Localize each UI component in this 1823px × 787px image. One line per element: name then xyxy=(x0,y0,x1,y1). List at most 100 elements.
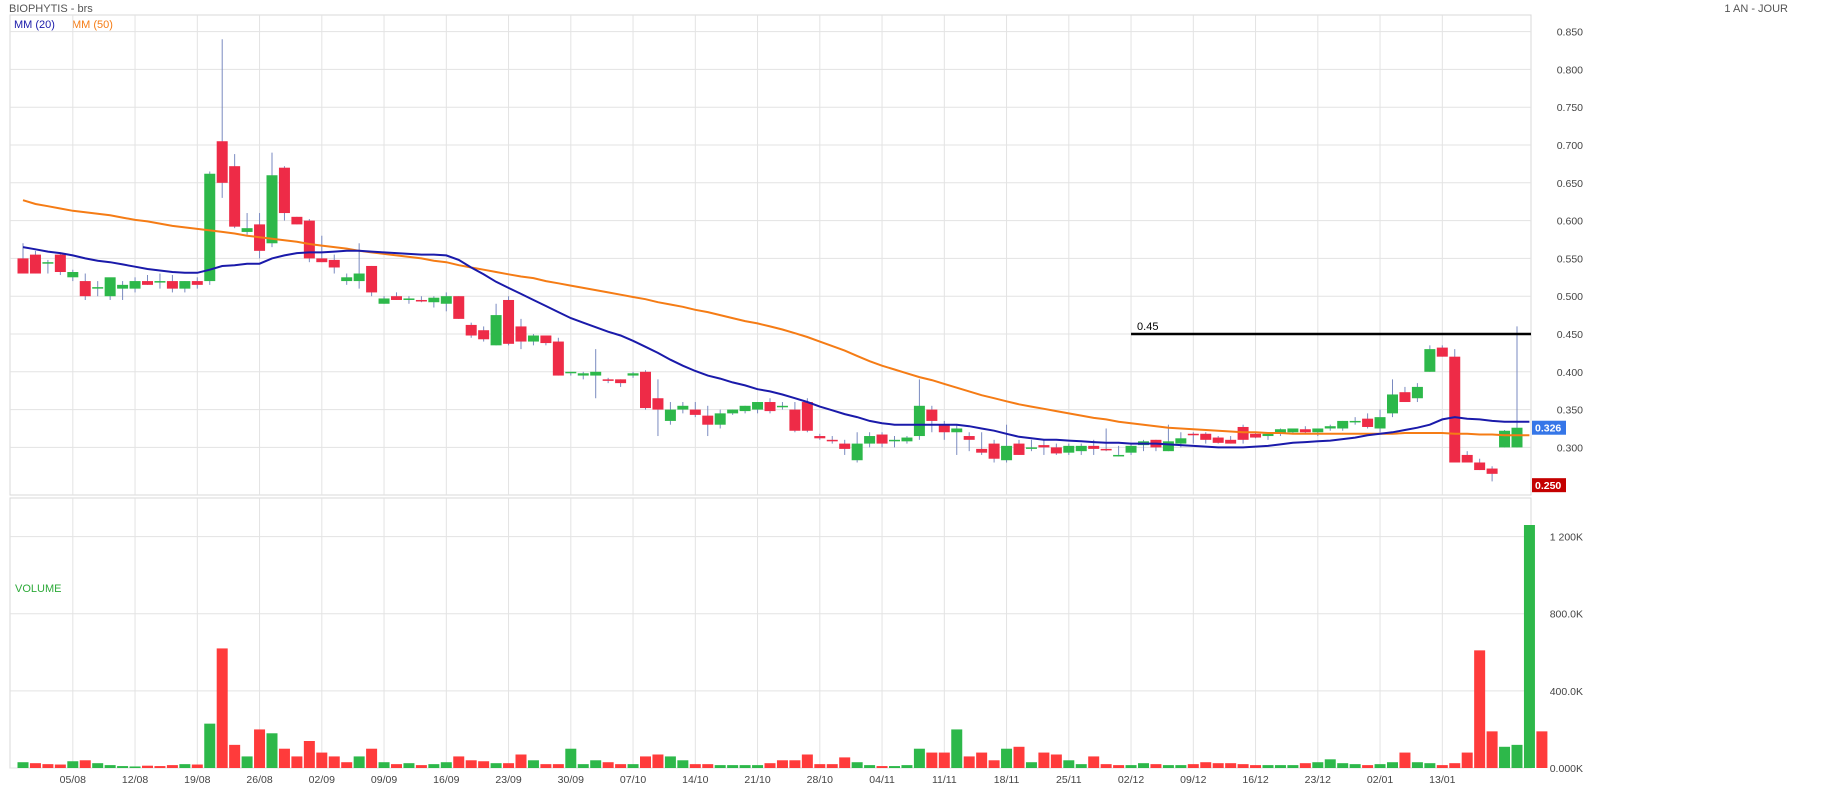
candle-body xyxy=(1187,433,1199,436)
ma50-line xyxy=(22,199,1530,437)
volume-bar xyxy=(702,764,714,768)
candle-body xyxy=(266,175,278,244)
volume-bar xyxy=(1212,763,1224,768)
volume-bar xyxy=(640,756,651,768)
volume-bar xyxy=(67,761,79,768)
volume-bar xyxy=(1100,764,1112,768)
volume-bar xyxy=(976,752,988,768)
candle-body xyxy=(104,277,116,297)
candle-body xyxy=(428,297,440,303)
candle-body xyxy=(1461,454,1473,463)
volume-bar xyxy=(129,766,141,768)
volume-bar xyxy=(478,761,490,768)
x-tick-label: 04/11 xyxy=(869,774,895,786)
candle-body xyxy=(1324,426,1336,429)
candle-body xyxy=(527,335,539,342)
x-tick-label: 12/08 xyxy=(122,774,148,786)
candle-body xyxy=(1162,441,1174,452)
candle-body xyxy=(814,436,826,439)
volume-bar xyxy=(789,760,801,768)
volume-bar xyxy=(1013,746,1025,768)
volume-bar xyxy=(142,765,153,768)
volume-bar xyxy=(1274,765,1286,768)
volume-bar xyxy=(17,762,29,768)
volume-tick-label: 400.0K xyxy=(1550,686,1583,698)
candle-body xyxy=(627,373,639,376)
volume-bar xyxy=(1299,763,1311,768)
candle-body xyxy=(1175,438,1187,444)
candle-body xyxy=(378,298,390,304)
x-tick-label: 11/11 xyxy=(932,774,957,786)
candle-body xyxy=(241,228,253,232)
price-tick-label: 0.650 xyxy=(1557,178,1583,190)
volume-bar xyxy=(577,764,589,768)
volume-bar xyxy=(1349,764,1361,768)
volume-tick-label: 1 200K xyxy=(1550,532,1583,544)
volume-bar xyxy=(1025,762,1037,768)
candle-body xyxy=(851,443,863,461)
volume-bar xyxy=(913,748,925,768)
candle-body xyxy=(1411,386,1423,399)
candle-body xyxy=(677,405,689,410)
price-tick-label: 0.800 xyxy=(1557,64,1583,76)
volume-bar xyxy=(1050,754,1062,768)
candle-body xyxy=(154,281,166,283)
candle-body xyxy=(179,281,191,289)
volume-bar xyxy=(1225,763,1237,768)
candle-body xyxy=(478,330,490,340)
candle-body xyxy=(764,402,776,412)
volume-bar xyxy=(1038,752,1050,768)
volume-bar xyxy=(1113,765,1125,768)
candle-body xyxy=(278,167,290,214)
volume-tick-label: 800.0K xyxy=(1550,609,1583,621)
candle-body xyxy=(1225,439,1237,444)
volume-bar xyxy=(864,765,876,768)
volume-bar xyxy=(465,760,477,768)
x-tick-label: 09/12 xyxy=(1180,774,1206,786)
volume-bar xyxy=(1424,763,1436,768)
candle-body xyxy=(191,281,203,285)
candle-body xyxy=(901,437,913,442)
candle-body xyxy=(540,335,552,344)
candle-body xyxy=(353,273,365,282)
x-tick-label: 23/09 xyxy=(495,774,521,786)
volume-bar xyxy=(1374,764,1386,768)
candle-body xyxy=(229,166,241,227)
price-tick-label: 0.850 xyxy=(1557,27,1583,39)
volume-bar xyxy=(1312,762,1324,768)
candle-body xyxy=(1424,349,1436,372)
volume-bar xyxy=(1063,760,1075,768)
volume-bar xyxy=(92,763,104,768)
x-tick-label: 26/08 xyxy=(246,774,272,786)
volume-bar xyxy=(366,748,378,768)
volume-bar xyxy=(154,766,166,768)
x-tick-label: 16/09 xyxy=(433,774,459,786)
candle-body xyxy=(79,281,91,297)
volume-bar xyxy=(303,741,315,768)
volume-bar xyxy=(1138,763,1149,768)
candle-body xyxy=(1001,445,1013,461)
candle-body xyxy=(1337,420,1349,429)
candle-body xyxy=(166,281,178,289)
candle-body xyxy=(391,296,402,300)
candle-body xyxy=(366,265,378,293)
volume-bar xyxy=(615,764,627,768)
candle-body xyxy=(664,409,676,421)
candle-body xyxy=(1449,356,1461,463)
resistance-label: 0.45 xyxy=(1137,321,1158,333)
candle-body xyxy=(689,409,701,415)
volume-bar xyxy=(328,756,340,768)
volume-bar xyxy=(229,744,241,768)
volume-bar xyxy=(79,760,91,768)
stock-chart[interactable]: 05/08 12/08 19/08 26/08 02/09 09/09 16/09 23/09… xyxy=(0,0,1823,787)
volume-bar xyxy=(1486,731,1498,768)
candle-body xyxy=(328,259,340,268)
low-price-badge: 0.250 xyxy=(1535,480,1561,492)
volume-bar xyxy=(1387,762,1398,768)
candle-body xyxy=(17,258,29,274)
candle-body xyxy=(1237,426,1249,440)
volume-bar xyxy=(951,729,963,768)
candle-body xyxy=(640,371,651,409)
candle-body xyxy=(652,398,664,410)
volume-bar xyxy=(179,764,191,768)
